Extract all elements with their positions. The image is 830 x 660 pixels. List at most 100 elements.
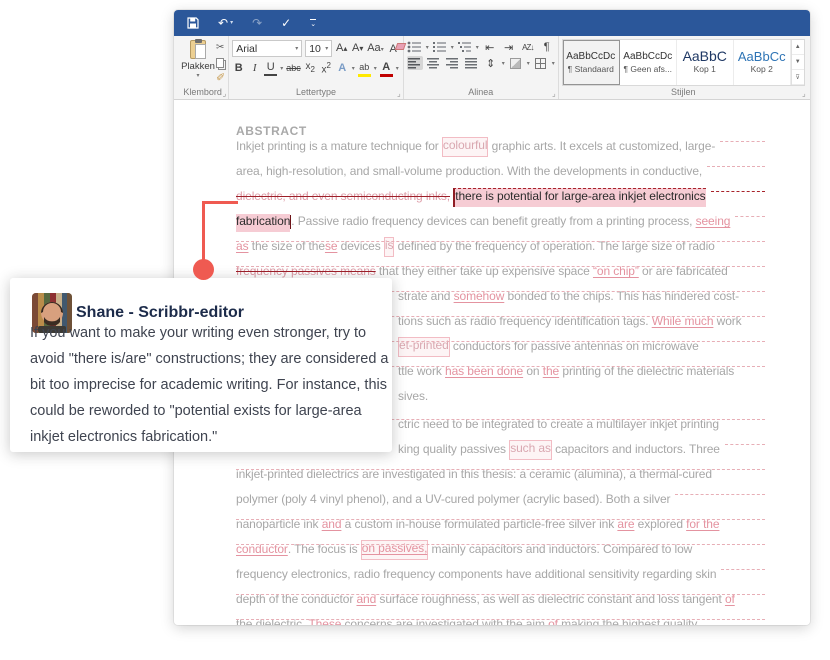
style-sample: AaBbC [682,48,727,64]
align-left-button[interactable] [406,56,423,70]
paste-button[interactable]: Plakken ▾ [180,38,216,86]
copy-icon[interactable] [216,56,225,69]
tracked-change-dashed-line [236,266,765,271]
style-card[interactable]: AaBbCcDc ¶ Geen afs... [620,40,677,85]
clipboard-dialog-launcher[interactable]: ⌟ [222,90,226,98]
style-name: ¶ Standaard [567,64,614,74]
undo-button[interactable]: ↶ ▾ [218,17,233,29]
pilcrow-icon[interactable]: ¶ [539,40,555,54]
comment-highlight: fabrication [236,214,290,232]
strikethrough-button[interactable]: abc [286,61,301,75]
comment-highlight: there is potential for large-area inkjet… [453,188,706,207]
text-line: dielectric, and even semiconducting inks… [236,182,765,207]
text-line: inkjet-printed dielectrics are investiga… [236,460,765,485]
shrink-font-button[interactable]: A▾ [351,41,364,56]
paste-dropdown-icon[interactable]: ▾ [196,72,199,79]
font-dialog-launcher[interactable]: ⌟ [397,90,401,98]
font-name-select[interactable]: Arial ▾ [232,40,303,57]
format-painter-icon[interactable]: ✐ [216,71,225,84]
shading-icon[interactable] [508,56,524,70]
superscript-button[interactable]: x2 [320,59,333,77]
cut-icon[interactable]: ✂ [216,41,225,54]
accept-revision-button[interactable]: ✓ [281,17,291,29]
font-size-select[interactable]: 10 ▾ [305,40,333,57]
tracked-deletion: dielectric, and even semiconducting inks… [236,189,451,203]
tracked-change-dashed-line [721,569,765,574]
body-text: area, high-resolution, and small-volume … [236,164,703,178]
text-highlight-button[interactable]: ab [357,60,371,77]
increase-indent-icon[interactable]: ⇥ [501,40,517,54]
text-line: area, high-resolution, and small-volume … [236,157,765,182]
body-text: sives. [398,389,429,403]
save-icon[interactable] [187,17,199,29]
paragraph-dialog-launcher[interactable]: ⌟ [552,90,556,98]
justify-button[interactable] [464,56,480,70]
bullet-list-icon[interactable] [407,40,423,54]
style-sample: AaBbCcDc [623,51,673,62]
font-color-button[interactable]: A [379,60,393,77]
body-text: frequency electronics, radio frequency c… [236,567,717,581]
tracked-change-dashed-line [236,519,765,524]
style-gallery: AaBbCcDc ¶ Standaard AaBbCcDc ¶ Geen afs...… [562,40,791,85]
body-text: king quality passives [398,442,510,456]
tracked-change-dashed-line [735,216,765,221]
tracked-change-dashed-line [675,494,765,499]
redo-button[interactable]: ↷ [252,17,262,29]
change-case-button[interactable]: Aa▾ [367,41,383,57]
decrease-indent-icon[interactable]: ⇤ [482,40,498,54]
boxed-term: colourful [441,137,489,157]
paragraph-group: ▾ ▾ ▾ ⇤ ⇥ AZ ↓ ¶ ⇕ ▾ ▾ ▾ Alinea ⌟ [404,36,559,99]
comment-connector-line [202,201,238,204]
align-center-button[interactable] [426,56,442,70]
borders-icon[interactable] [533,56,549,70]
tracked-change-dashed-line [720,141,765,146]
text-line: Inkjet printing is a mature technique fo… [236,132,765,157]
gallery-scroll-down-icon[interactable]: ▼ [791,55,804,70]
grow-font-button[interactable]: A▴ [335,41,348,56]
body-text: Inkjet printing is a mature technique fo… [236,139,442,153]
tracked-change-dashed-line [707,166,765,171]
body-text: capacitors and inductors. Three [551,442,720,456]
sort-icon[interactable]: AZ ↓ [520,40,536,54]
styles-group: AaBbCcDc ¶ Standaard AaBbCcDc ¶ Geen afs...… [559,36,808,99]
paragraph-group-label: Alinea [468,87,494,97]
body-text: polymer (poly 4 vinyl phenol), and a UV-… [236,492,671,506]
clipboard-group: Plakken ▾ ✂ ✐ Klembord ⌟ [177,36,230,99]
multilevel-list-icon[interactable] [457,40,473,54]
styles-dialog-launcher[interactable]: ⌟ [802,90,806,98]
gallery-more-icon[interactable]: ⊽ [791,70,804,85]
subscript-button[interactable]: x2 [304,60,317,77]
style-sample: AaBbCcDc [566,51,616,62]
boxed-term: is [383,237,395,257]
style-gallery-scrollbar[interactable]: ▲ ▼ ⊽ [790,40,804,85]
style-card[interactable]: AaBbCcDc ¶ Standaard [562,40,620,85]
clipboard-icon [190,39,206,59]
gallery-scroll-up-icon[interactable]: ▲ [791,40,804,55]
style-card[interactable]: AaBbCc Kop 2 [734,40,791,85]
customize-quick-access-icon[interactable]: ⌄ [310,18,317,28]
underline-dropdown-icon[interactable]: ▾ [280,65,283,72]
text-line: as the size of the se devices is defined … [236,232,765,257]
comment-body-text: If you want to make your writing even st… [30,325,389,445]
align-right-button[interactable] [445,56,461,70]
font-group-label: Lettertype [295,87,336,97]
bold-button[interactable]: B [232,61,245,75]
text-line: the dielectric. These concerns are inves… [236,610,765,625]
clear-formatting-button[interactable]: A [387,42,400,56]
tracked-change-dashed-line [236,241,765,246]
boxed-term: et-printed [398,337,450,357]
line-spacing-icon[interactable]: ⇕ [483,56,499,70]
body-text: graphic arts. It excels at customized, l… [488,139,716,153]
text-line: nanoparticle ink and a custom in-house f… [236,510,765,535]
text-effects-button[interactable]: A [336,61,349,75]
text-line: conductor. The focus is on passives, mai… [236,535,765,560]
italic-button[interactable]: I [248,61,261,75]
tracked-change-dashed-line [710,191,765,196]
underline-button[interactable]: U [264,60,278,77]
tracked-change-dashed-line [236,544,765,549]
numbered-list-icon[interactable] [432,40,448,54]
body-text: . Passive radio frequency devices can be… [291,214,696,228]
style-card[interactable]: AaBbC Kop 1 [677,40,734,85]
comment-anchor-dot[interactable] [193,259,214,280]
editor-comment-card: Shane - Scribbr-editor If you want to ma… [10,278,392,452]
